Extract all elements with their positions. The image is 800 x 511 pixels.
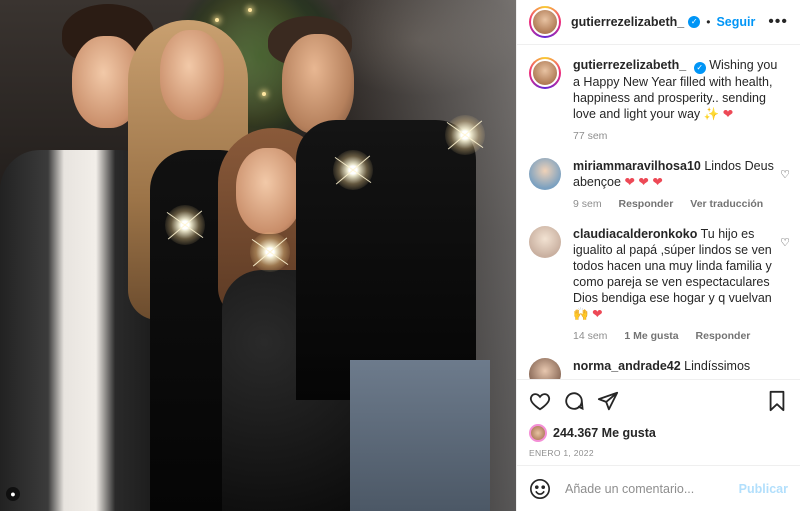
more-options-icon[interactable]: ••• xyxy=(768,13,788,31)
post-actions: 244.367 Me gusta ENERO 1, 2022 xyxy=(517,379,800,465)
reply-button[interactable]: Responder xyxy=(696,330,751,342)
caption-author-avatar-image xyxy=(531,59,559,87)
post-photo[interactable]: ● xyxy=(0,0,516,511)
person-man-shirt xyxy=(296,120,476,400)
sparkler xyxy=(333,150,373,190)
tree-light xyxy=(248,8,252,12)
heart-icon[interactable] xyxy=(529,390,551,412)
person-woman-face xyxy=(160,30,224,120)
raising-hands-emoji: 🙌 xyxy=(573,307,589,321)
tree-light xyxy=(262,92,266,96)
post-modal: ● gutierrezelizabeth_ ✓ • Seguir ••• gut… xyxy=(0,0,800,511)
caption-time[interactable]: 77 sem xyxy=(573,130,607,142)
comment-meta: 14 sem 1 Me gusta Responder xyxy=(573,328,778,344)
emoji-icon[interactable] xyxy=(529,478,551,500)
comment-text: Lindíssimos xyxy=(684,359,751,373)
comments-list[interactable]: gutierrezelizabeth_ ✓ Wishing you a Happ… xyxy=(517,45,800,379)
likes-summary[interactable]: 244.367 Me gusta xyxy=(529,424,788,442)
likes-count: 244.367 xyxy=(553,426,599,440)
comment-like-heart-icon[interactable]: ♡ xyxy=(780,168,790,181)
sparkler xyxy=(445,115,485,155)
tree-light xyxy=(215,18,219,22)
comment-username[interactable]: norma_andrade42 xyxy=(573,359,681,373)
comment-username[interactable]: claudiacalderonkoko xyxy=(573,227,697,241)
commenter-avatar[interactable] xyxy=(529,226,561,258)
heart-emojis: ❤ ❤ ❤ xyxy=(624,175,663,189)
author-username[interactable]: gutierrezelizabeth_ xyxy=(571,15,684,29)
sparkler xyxy=(250,232,290,272)
action-icons xyxy=(529,388,788,414)
verified-badge-icon: ✓ xyxy=(693,62,706,74)
post-date: ENERO 1, 2022 xyxy=(529,448,594,458)
person-girl-face xyxy=(236,148,302,234)
comment-meta: 9 sem Responder Ver traducción xyxy=(573,196,778,212)
author-avatar[interactable] xyxy=(529,6,561,38)
header-separator: • xyxy=(706,15,711,29)
comment-body: miriammaravilhosa10 Lindos Deus abençoe … xyxy=(573,158,778,212)
comment-username[interactable]: miriammaravilhosa10 xyxy=(573,159,701,173)
heart-emoji: ❤ xyxy=(722,107,734,121)
caption-author-avatar[interactable] xyxy=(529,57,561,89)
bookmark-icon[interactable] xyxy=(766,390,788,412)
person-man-jeans xyxy=(350,360,490,511)
caption-username[interactable]: gutierrezelizabeth_ xyxy=(573,58,686,72)
post-sidebar: gutierrezelizabeth_ ✓ • Seguir ••• gutie… xyxy=(516,0,800,511)
caption-body: gutierrezelizabeth_ ✓ Wishing you a Happ… xyxy=(573,57,778,144)
commenter-avatar[interactable] xyxy=(529,158,561,190)
comment-like-heart-icon[interactable]: ♡ xyxy=(780,236,790,249)
translate-button[interactable]: Ver traducción xyxy=(690,198,763,210)
sparkles-emoji: ✨ xyxy=(703,107,720,121)
sparkler xyxy=(165,205,205,245)
caption: gutierrezelizabeth_ ✓ Wishing you a Happ… xyxy=(529,57,788,144)
share-icon[interactable] xyxy=(597,390,619,412)
publish-button[interactable]: Publicar xyxy=(739,482,788,496)
comment-body: norma_andrade42 Lindíssimos xyxy=(573,358,778,379)
person-man-face xyxy=(282,34,354,134)
post-header: gutierrezelizabeth_ ✓ • Seguir ••• xyxy=(517,0,800,45)
comment-item: miriammaravilhosa10 Lindos Deus abençoe … xyxy=(529,158,790,212)
comment-likes[interactable]: 1 Me gusta xyxy=(624,330,678,342)
comment-item: norma_andrade42 Lindíssimos xyxy=(529,358,788,379)
commenter-avatar[interactable] xyxy=(529,358,561,379)
comment-time[interactable]: 9 sem xyxy=(573,198,602,210)
add-comment-bar: Añade un comentario... Publicar xyxy=(517,465,800,511)
follow-button[interactable]: Seguir xyxy=(716,15,755,29)
comment-time[interactable]: 14 sem xyxy=(573,330,607,342)
caption-meta: 77 sem xyxy=(573,128,778,144)
comment-input[interactable]: Añade un comentario... xyxy=(565,482,739,496)
comment-item: claudiacalderonkoko Tu hijo es igualito … xyxy=(529,226,790,344)
author-avatar-image xyxy=(531,8,559,36)
liker-avatar xyxy=(529,424,547,442)
reply-button[interactable]: Responder xyxy=(619,198,674,210)
user-tag-icon[interactable]: ● xyxy=(6,487,20,501)
likes-label: Me gusta xyxy=(601,426,656,440)
comment-icon[interactable] xyxy=(563,390,585,412)
comment-body: claudiacalderonkoko Tu hijo es igualito … xyxy=(573,226,778,344)
heart-emoji: ❤ xyxy=(592,307,603,321)
verified-badge-icon: ✓ xyxy=(688,16,701,28)
